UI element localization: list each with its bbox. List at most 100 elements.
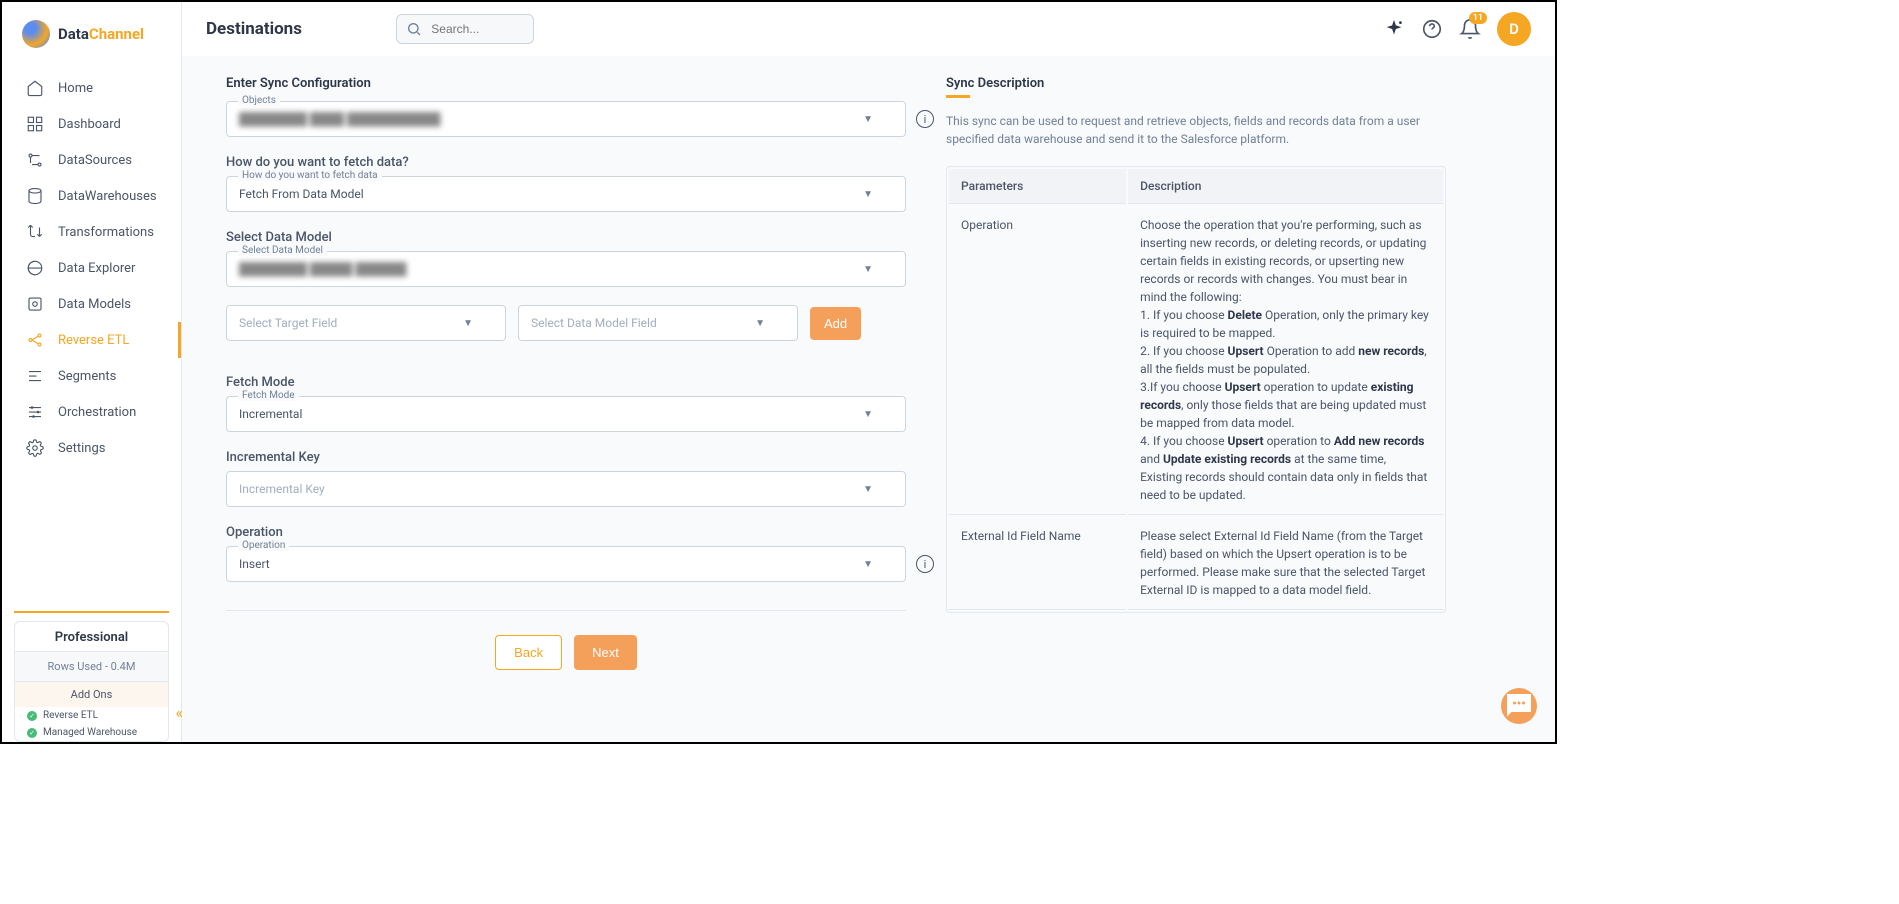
table-row: Operation Choose the operation that you'… xyxy=(949,206,1443,515)
back-button[interactable]: Back xyxy=(495,635,562,670)
nav-datamodels[interactable]: Data Models xyxy=(2,286,181,322)
gear-icon xyxy=(26,439,44,457)
info-icon[interactable]: i xyxy=(916,555,934,573)
incr-key-group: Incremental Key ▼ xyxy=(226,471,906,507)
nav: Home Dashboard DataSources DataWarehouse… xyxy=(2,66,181,611)
explorer-icon xyxy=(26,259,44,277)
warehouse-icon xyxy=(26,187,44,205)
operation-label: Operation xyxy=(226,525,906,540)
mapping-row: Select Target Field ▼ Select Data Model … xyxy=(226,305,906,341)
nav-dashboard[interactable]: Dashboard xyxy=(2,106,181,142)
section-title: Enter Sync Configuration xyxy=(226,76,906,91)
add-button[interactable]: Add xyxy=(810,307,861,340)
help-icon[interactable] xyxy=(1421,18,1443,40)
transform-icon xyxy=(26,223,44,241)
addon-item: ✓Reverse ETL xyxy=(15,707,168,724)
search-box xyxy=(396,14,534,44)
check-icon: ✓ xyxy=(27,728,37,738)
nav-settings[interactable]: Settings xyxy=(2,430,181,466)
th-param: Parameters xyxy=(949,169,1126,204)
nav-label: Settings xyxy=(58,441,105,456)
segments-icon xyxy=(26,367,44,385)
chevron-down-icon: ▼ xyxy=(863,264,873,275)
nav-reverseetl[interactable]: Reverse ETL xyxy=(2,322,181,358)
nav-label: Data Models xyxy=(58,297,131,312)
logo[interactable]: DataChannel xyxy=(2,2,181,66)
fetch-data-select[interactable]: Fetch From Data Model ▼ xyxy=(226,176,906,212)
chevron-down-icon: ▼ xyxy=(463,318,473,329)
nav-datasources[interactable]: DataSources xyxy=(2,142,181,178)
avatar[interactable]: D xyxy=(1497,12,1531,46)
nav-datawarehouses[interactable]: DataWarehouses xyxy=(2,178,181,214)
nav-home[interactable]: Home xyxy=(2,70,181,106)
float-label: Select Data Model xyxy=(238,245,327,256)
chevron-down-icon: ▼ xyxy=(863,409,873,420)
model-field-select[interactable]: Select Data Model Field ▼ xyxy=(518,305,798,341)
chevron-down-icon: ▼ xyxy=(863,189,873,200)
orchestration-icon xyxy=(26,403,44,421)
incr-key-select[interactable]: Incremental Key ▼ xyxy=(226,471,906,507)
fetch-mode-select[interactable]: Incremental ▼ xyxy=(226,396,906,432)
target-field-select[interactable]: Select Target Field ▼ xyxy=(226,305,506,341)
nav-orchestration[interactable]: Orchestration xyxy=(2,394,181,430)
nav-label: Data Explorer xyxy=(58,261,135,276)
objects-group: Objects ████████ ████ ███████████ ▼ i xyxy=(226,101,906,137)
page-title: Destinations xyxy=(206,19,302,39)
th-desc: Description xyxy=(1128,169,1443,204)
chat-fab[interactable] xyxy=(1501,688,1537,724)
chevron-down-icon: ▼ xyxy=(863,559,873,570)
bell-icon[interactable]: 11 xyxy=(1459,18,1481,40)
param-desc: Choose the operation that you're perform… xyxy=(1128,206,1443,515)
table-row: External Id Field Name Please select Ext… xyxy=(949,517,1443,610)
logo-icon xyxy=(22,20,50,48)
button-row: Back Next xyxy=(226,610,906,670)
desc-table: Parameters Description Operation Choose … xyxy=(946,166,1446,613)
info-icon[interactable]: i xyxy=(916,110,934,128)
select-model-label: Select Data Model xyxy=(226,230,906,245)
chevron-down-icon: ▼ xyxy=(863,114,873,125)
nav-segments[interactable]: Segments xyxy=(2,358,181,394)
fetch-data-group: How do you want to fetch data Fetch From… xyxy=(226,176,906,212)
plan-card: Professional Rows Used - 0.4M Add Ons ✓R… xyxy=(14,621,169,742)
nav-label: DataWarehouses xyxy=(58,189,157,204)
fetch-mode-label: Fetch Mode xyxy=(226,375,906,390)
objects-select[interactable]: ████████ ████ ███████████ ▼ xyxy=(226,101,906,137)
description-column: Sync Description This sync can be used t… xyxy=(946,76,1446,722)
plan-name: Professional xyxy=(15,630,168,651)
desc-text: This sync can be used to request and ret… xyxy=(946,112,1446,148)
check-icon: ✓ xyxy=(27,711,37,721)
home-icon xyxy=(26,79,44,97)
param-name: External Id Field Name xyxy=(949,517,1126,610)
nav-transformations[interactable]: Transformations xyxy=(2,214,181,250)
desc-title: Sync Description xyxy=(946,76,1446,91)
param-name: Operation xyxy=(949,206,1126,515)
nav-label: DataSources xyxy=(58,153,132,168)
nav-label: Reverse ETL xyxy=(58,333,129,348)
nav-label: Orchestration xyxy=(58,405,136,420)
dashboard-icon xyxy=(26,115,44,133)
search-icon xyxy=(406,21,422,41)
sidebar-footer: Professional Rows Used - 0.4M Add Ons ✓R… xyxy=(14,611,169,742)
float-label: How do you want to fetch data xyxy=(238,170,382,181)
desc-underline xyxy=(946,95,970,98)
logo-text: DataChannel xyxy=(58,25,144,43)
nav-dataexplorer[interactable]: Data Explorer xyxy=(2,250,181,286)
plan-addons-label: Add Ons xyxy=(15,681,168,707)
models-icon xyxy=(26,295,44,313)
select-model-group: Select Data Model ████████ █████ ██████ … xyxy=(226,251,906,287)
topbar-actions: 11 D xyxy=(1383,12,1531,46)
fetch-data-label: How do you want to fetch data? xyxy=(226,155,906,170)
param-desc: Please select External Id Field Name (fr… xyxy=(1128,517,1443,610)
topbar: Destinations 11 D xyxy=(182,2,1555,56)
float-label: Fetch Mode xyxy=(238,390,299,401)
nav-label: Home xyxy=(58,81,93,96)
plan-rows: Rows Used - 0.4M xyxy=(15,651,168,681)
next-button[interactable]: Next xyxy=(574,635,637,670)
operation-select[interactable]: Insert ▼ xyxy=(226,546,906,582)
incr-key-label: Incremental Key xyxy=(226,450,906,465)
form-column: Enter Sync Configuration Objects ███████… xyxy=(226,76,906,722)
fetch-mode-group: Fetch Mode Incremental ▼ xyxy=(226,396,906,432)
chevron-down-icon: ▼ xyxy=(755,318,765,329)
select-model-select[interactable]: ████████ █████ ██████ ▼ xyxy=(226,251,906,287)
sparkle-icon[interactable] xyxy=(1383,18,1405,40)
